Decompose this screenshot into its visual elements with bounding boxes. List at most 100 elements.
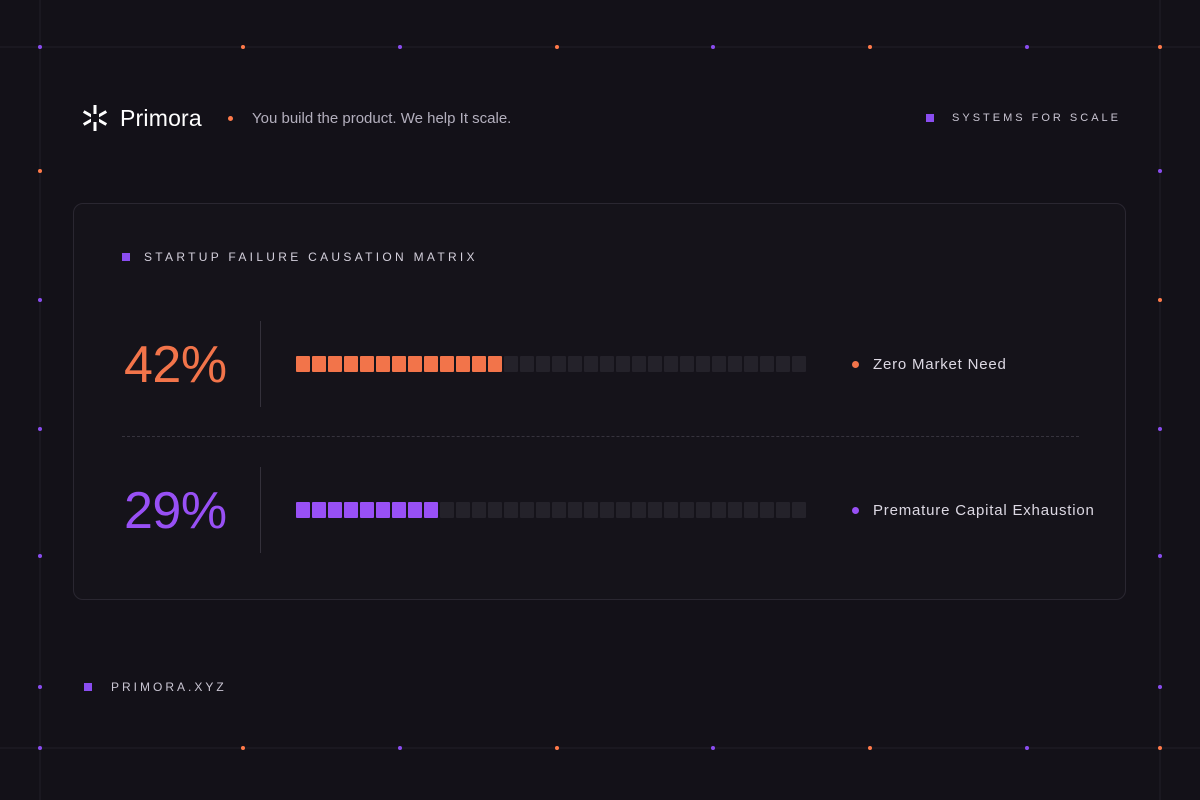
bar-segment-filled: [376, 356, 390, 372]
bar-segment-filled: [360, 502, 374, 518]
bar-segment-empty: [664, 356, 678, 372]
footer[interactable]: PRIMORA.XYZ: [84, 680, 227, 694]
bar-segment-filled: [392, 356, 406, 372]
bar-segment-filled: [344, 356, 358, 372]
legend-label: Zero Market Need: [873, 355, 1007, 373]
grid-node-dot: [38, 169, 42, 173]
bar-segment-filled: [296, 356, 310, 372]
bar-segment-filled: [328, 356, 342, 372]
grid-node-dot: [711, 746, 715, 750]
grid-node-dot: [555, 746, 559, 750]
bar-segment-empty: [712, 356, 726, 372]
bar-segment-empty: [504, 356, 518, 372]
bar-segment-empty: [568, 502, 582, 518]
card-title: STARTUP FAILURE CAUSATION MATRIX: [122, 250, 478, 264]
bar-segment-filled: [408, 502, 422, 518]
bar-segment-empty: [728, 356, 742, 372]
bar-segment-filled: [344, 502, 358, 518]
percent-value: 29%: [124, 482, 227, 540]
grid-node-dot: [868, 746, 872, 750]
bar-segment-empty: [552, 356, 566, 372]
brand-name: Primora: [120, 104, 202, 131]
grid-node-dot: [398, 746, 402, 750]
bar-segment-filled: [328, 502, 342, 518]
grid-node-dot: [1025, 45, 1029, 49]
bar-segment-empty: [744, 356, 758, 372]
bar-segment-filled: [296, 502, 310, 518]
grid-node-dot: [398, 45, 402, 49]
bar-segment-filled: [312, 356, 326, 372]
grid-node-dot: [38, 554, 42, 558]
header-badge-label: SYSTEMS FOR SCALE: [952, 112, 1121, 124]
footer-site-link[interactable]: PRIMORA.XYZ: [111, 680, 227, 694]
bar-segment-filled: [408, 356, 422, 372]
bar-segment-empty: [584, 356, 598, 372]
bar-segment-empty: [744, 502, 758, 518]
bar-segment-empty: [520, 502, 534, 518]
bar-segment-empty: [472, 502, 486, 518]
bar-segment-empty: [728, 502, 742, 518]
grid-node-dot: [711, 45, 715, 49]
grid-node-dot: [38, 298, 42, 302]
tagline: You build the product. We help It scale.: [252, 109, 512, 127]
bar-segment-filled: [456, 356, 470, 372]
grid-node-dot: [1158, 746, 1162, 750]
purple-square-icon: [122, 253, 130, 261]
bar-segment-empty: [552, 502, 566, 518]
bar-segment-empty: [792, 356, 806, 372]
legend-dot-icon: [852, 360, 859, 368]
bar-segment-empty: [584, 502, 598, 518]
grid-node-dot: [555, 45, 559, 49]
grid-node-dot: [1158, 427, 1162, 431]
brand[interactable]: Primora: [80, 100, 202, 136]
divider: [260, 321, 261, 407]
bar-segment-filled: [440, 356, 454, 372]
bar-segment-empty: [696, 502, 710, 518]
bar-segment-empty: [648, 356, 662, 372]
grid-node-dot: [241, 45, 245, 49]
bar-segment-filled: [472, 356, 486, 372]
bar-segment-empty: [536, 502, 550, 518]
bar-segment-empty: [648, 502, 662, 518]
bar-segment-filled: [488, 356, 502, 372]
bar-segment-empty: [712, 502, 726, 518]
grid-node-dot: [38, 427, 42, 431]
grid-node-dot: [868, 45, 872, 49]
bar-segment-filled: [360, 356, 374, 372]
grid-node-dot: [1025, 746, 1029, 750]
bar-segment-empty: [440, 502, 454, 518]
segment-bar: [296, 502, 806, 518]
bar-segment-empty: [776, 356, 790, 372]
legend-dot-icon: [852, 506, 859, 514]
bar-segment-filled: [424, 502, 438, 518]
bar-segment-empty: [600, 356, 614, 372]
grid-node-dot: [1158, 45, 1162, 49]
bar-segment-empty: [616, 502, 630, 518]
bar-segment-empty: [456, 502, 470, 518]
bar-segment-empty: [600, 502, 614, 518]
bar-segment-filled: [392, 502, 406, 518]
bar-segment-empty: [504, 502, 518, 518]
divider: [260, 467, 261, 553]
bar-segment-filled: [424, 356, 438, 372]
bar-segment-empty: [760, 502, 774, 518]
segment-bar: [296, 356, 806, 372]
grid-node-dot: [1158, 169, 1162, 173]
bar-segment-empty: [488, 502, 502, 518]
grid-node-dot: [38, 45, 42, 49]
purple-square-icon: [926, 114, 935, 122]
bar-segment-empty: [680, 356, 694, 372]
failure-matrix-card: STARTUP FAILURE CAUSATION MATRIX 42% Zer…: [73, 203, 1126, 600]
bar-segment-empty: [776, 502, 790, 518]
bar-segment-empty: [760, 356, 774, 372]
row-separator: [122, 436, 1079, 437]
tagline-group: You build the product. We help It scale.: [228, 106, 511, 130]
grid-node-dot: [1158, 554, 1162, 558]
bar-segment-empty: [792, 502, 806, 518]
bar-segment-empty: [568, 356, 582, 372]
bar-segment-filled: [312, 502, 326, 518]
percent-value: 42%: [124, 336, 227, 394]
bar-segment-empty: [680, 502, 694, 518]
asterisk-logo-icon: [82, 105, 108, 131]
bar-segment-empty: [520, 356, 534, 372]
